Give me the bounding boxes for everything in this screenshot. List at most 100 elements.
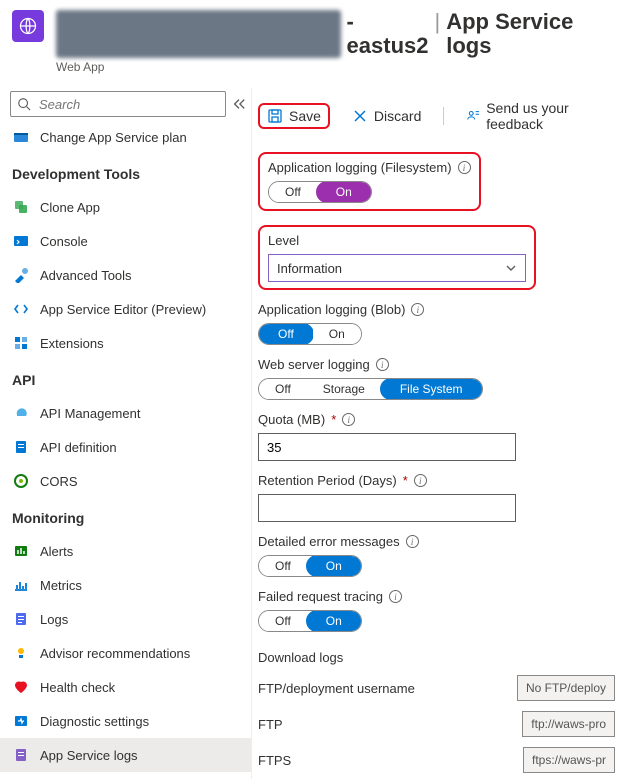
highlight-app-logging-fs: Application logging (Filesystem) i Off O… xyxy=(258,152,481,211)
sidebar-item-console[interactable]: Console xyxy=(0,224,251,258)
sidebar-item-metrics[interactable]: Metrics xyxy=(0,568,251,602)
toggle-on[interactable]: On xyxy=(313,324,361,344)
api-def-icon xyxy=(12,438,30,456)
row-ftp: FTP ftp://waws-pro xyxy=(258,711,615,737)
toggle-on[interactable]: On xyxy=(306,555,362,577)
row-ftp-user: FTP/deployment username No FTP/deploy xyxy=(258,675,615,701)
toggle-off[interactable]: Off xyxy=(259,379,307,399)
toggle-on[interactable]: On xyxy=(306,610,362,632)
info-icon[interactable]: i xyxy=(342,413,355,426)
sidebar-item-advisor[interactable]: Advisor recommendations xyxy=(0,636,251,670)
sidebar-scroll[interactable]: Change App Service plan Development Tool… xyxy=(0,120,251,779)
sidebar-item-label: CORS xyxy=(40,474,78,489)
app-logging-blob-label: Application logging (Blob) xyxy=(258,302,405,317)
redacted-name: xxxxx xxxxxxxxxxxxxxxxxxxx xyxy=(56,10,341,58)
title-separator: | xyxy=(434,10,440,34)
toggle-web-server-logging[interactable]: Off Storage File System xyxy=(258,378,483,400)
sidebar-item-label: Health check xyxy=(40,680,115,695)
sidebar-item-change-plan[interactable]: Change App Service plan xyxy=(0,120,251,154)
retention-input[interactable] xyxy=(258,494,516,522)
discard-button[interactable]: Discard xyxy=(348,106,425,126)
sidebar-item-api-mgmt[interactable]: API Management xyxy=(0,396,251,430)
sidebar-item-label: API Management xyxy=(40,406,140,421)
save-button[interactable]: Save xyxy=(263,106,325,126)
toggle-off[interactable]: Off xyxy=(259,556,307,576)
sidebar-item-extensions[interactable]: Extensions xyxy=(0,326,251,360)
info-icon[interactable]: i xyxy=(411,303,424,316)
sidebar-item-clone[interactable]: Clone App xyxy=(0,190,251,224)
app-logs-icon xyxy=(12,746,30,764)
feedback-button[interactable]: Send us your feedback xyxy=(462,98,615,134)
toggle-off[interactable]: Off xyxy=(258,323,314,345)
sidebar-item-label: App Service logs xyxy=(40,748,138,763)
failed-request-label: Failed request tracing xyxy=(258,589,383,604)
sidebar-group-api: API xyxy=(0,360,251,396)
required-marker: * xyxy=(331,412,336,427)
ftp-value[interactable]: ftp://waws-pro xyxy=(522,711,615,737)
toggle-storage[interactable]: Storage xyxy=(307,379,381,399)
ftps-label: FTPS xyxy=(258,753,291,768)
search-box[interactable] xyxy=(10,91,226,117)
sidebar-item-label: Advanced Tools xyxy=(40,268,132,283)
separator xyxy=(443,107,444,125)
level-select[interactable]: Information xyxy=(268,254,526,282)
detailed-errors-label: Detailed error messages xyxy=(258,534,400,549)
sidebar-item-health[interactable]: Health check xyxy=(0,670,251,704)
ftp-user-value[interactable]: No FTP/deploy xyxy=(517,675,615,701)
sidebar-item-api-def[interactable]: API definition xyxy=(0,430,251,464)
page-title: xxxxx xxxxxxxxxxxxxxxxxxxx-eastus2 | App… xyxy=(56,10,609,58)
sidebar-item-label: Clone App xyxy=(40,200,100,215)
sidebar-item-alerts[interactable]: Alerts xyxy=(0,534,251,568)
sidebar-item-label: Metrics xyxy=(40,578,82,593)
webapp-icon xyxy=(12,10,44,42)
sidebar-item-diagnostic[interactable]: Diagnostic settings xyxy=(0,704,251,738)
required-marker: * xyxy=(403,473,408,488)
toggle-on[interactable]: On xyxy=(316,181,372,203)
toggle-app-logging-blob[interactable]: Off On xyxy=(258,323,362,345)
toggle-off[interactable]: Off xyxy=(259,611,307,631)
sidebar-item-label: Diagnostic settings xyxy=(40,714,149,729)
feedback-icon xyxy=(466,108,480,124)
sidebar-item-label: Alerts xyxy=(40,544,73,559)
chevron-double-left-icon xyxy=(232,97,246,111)
sidebar-item-app-service-logs[interactable]: App Service logs xyxy=(0,738,251,772)
app-logging-fs-label: Application logging (Filesystem) xyxy=(268,160,452,175)
search-input[interactable] xyxy=(37,96,219,113)
toggle-off[interactable]: Off xyxy=(269,182,317,202)
sidebar-item-log-stream[interactable]: Log stream xyxy=(0,772,251,779)
toggle-file-system[interactable]: File System xyxy=(380,378,483,400)
ftps-value[interactable]: ftps://waws-pr xyxy=(523,747,615,773)
sidebar-item-cors[interactable]: CORS xyxy=(0,464,251,498)
sidebar-item-editor[interactable]: App Service Editor (Preview) xyxy=(0,292,251,326)
discard-label: Discard xyxy=(374,108,421,124)
info-icon[interactable]: i xyxy=(389,590,402,603)
sidebar-item-label: Console xyxy=(40,234,88,249)
advisor-icon xyxy=(12,644,30,662)
metrics-icon xyxy=(12,576,30,594)
quota-input[interactable] xyxy=(258,433,516,461)
code-editor-icon xyxy=(12,300,30,318)
extensions-icon xyxy=(12,334,30,352)
info-icon[interactable]: i xyxy=(406,535,419,548)
toggle-failed-request[interactable]: Off On xyxy=(258,610,362,632)
info-icon[interactable]: i xyxy=(376,358,389,371)
sidebar-item-advanced-tools[interactable]: Advanced Tools xyxy=(0,258,251,292)
sidebar-item-label: Change App Service plan xyxy=(40,130,187,145)
info-icon[interactable]: i xyxy=(414,474,427,487)
retention-label: Retention Period (Days) xyxy=(258,473,397,488)
toggle-detailed-errors[interactable]: Off On xyxy=(258,555,362,577)
ftp-label: FTP xyxy=(258,717,283,732)
toggle-app-logging-fs[interactable]: Off On xyxy=(268,181,372,203)
feedback-label: Send us your feedback xyxy=(486,100,611,132)
download-logs-heading: Download logs xyxy=(258,650,343,665)
sidebar-collapse-button[interactable] xyxy=(232,90,246,118)
sidebar-item-logs[interactable]: Logs xyxy=(0,602,251,636)
resource-type: Web App xyxy=(56,60,609,74)
save-icon xyxy=(267,108,283,124)
blade-name: App Service logs xyxy=(446,10,609,58)
quota-label: Quota (MB) xyxy=(258,412,325,427)
info-icon[interactable]: i xyxy=(458,161,471,174)
sidebar-item-label: API definition xyxy=(40,440,117,455)
sidebar-group-dev: Development Tools xyxy=(0,154,251,190)
content-pane: Save Discard Send us your feedback Appli… xyxy=(252,88,621,779)
